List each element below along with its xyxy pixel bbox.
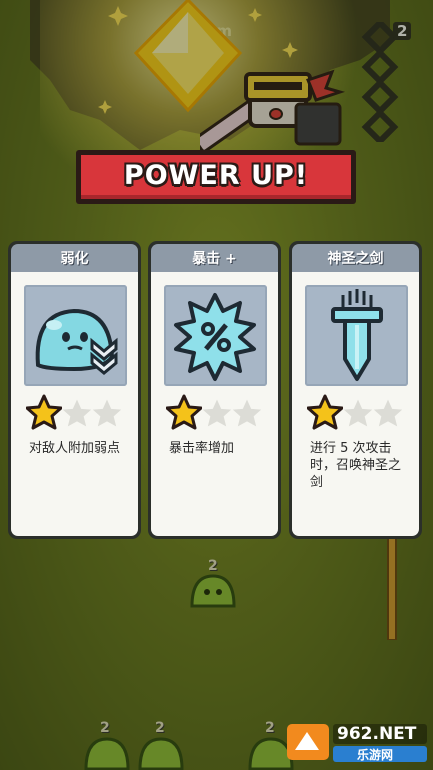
star-empty-icon [202,399,232,427]
card-icon-frame [24,285,127,386]
card-icon-frame [164,285,267,386]
card-body: 对敌人附加弱点 [11,272,138,536]
card-title: 暴击 + [151,244,278,272]
star-empty-icon [373,399,403,427]
holy-sword-icon [331,289,383,381]
star-filled-icon [26,394,62,430]
star-empty-icon [92,399,122,427]
card-description: 暴击率增加 [169,441,235,456]
watermark-brand: 962.NET [337,724,417,744]
star-rating [307,394,403,430]
card-title: 弱化 [11,244,138,272]
critical-percent-icon [174,293,256,381]
star-filled-icon [166,394,202,430]
card-body: 进行 5 次攻击时，召唤神圣之剑 [292,272,419,536]
star-empty-icon [232,399,262,427]
card-description: 进行 5 次攻击时，召唤神圣之剑 [310,441,402,490]
card-body: 暴击率增加 [151,272,278,536]
card-description: 对敌人附加弱点 [29,441,121,456]
star-empty-icon [62,399,92,427]
power-up-banner: POWER UP! [76,150,356,204]
upgrade-card-critical[interactable]: 暴击 + 暴击率增加 [148,241,281,539]
slime-weaken-icon [35,308,118,375]
card-icon-frame [305,285,408,386]
watermark-sub: 乐游网 [357,748,394,762]
star-rating [26,394,122,430]
banner-title: POWER UP! [123,159,309,191]
site-watermark: 962.NET 乐游网 [287,720,427,764]
star-empty-icon [343,399,373,427]
star-filled-icon [307,394,343,430]
star-rating [166,394,262,430]
upgrade-card-weaken[interactable]: 弱化 对敌人附加弱点 [8,241,141,539]
card-title: 神圣之剑 [292,244,419,272]
upgrade-card-holy-sword[interactable]: 神圣之剑 进行 5 次攻击时，召唤神圣之剑 [289,241,422,539]
